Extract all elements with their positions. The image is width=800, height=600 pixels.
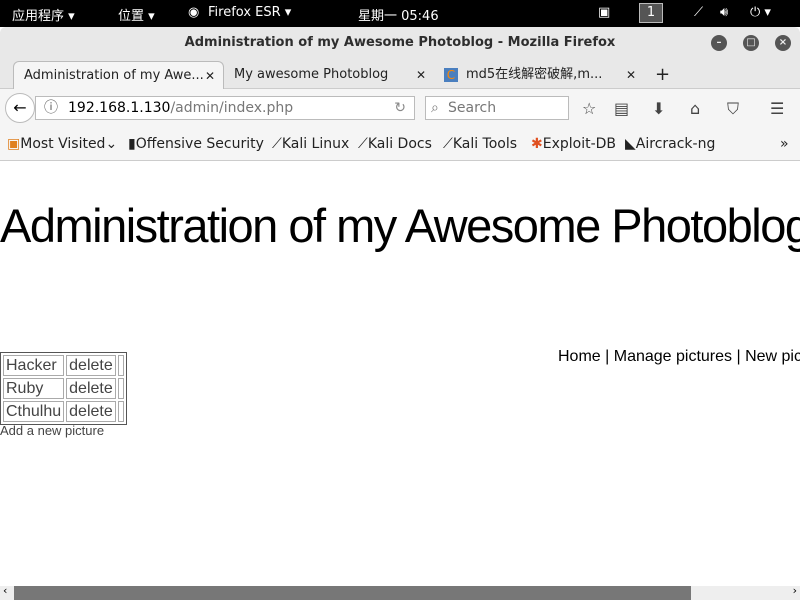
network-icon[interactable]: ⟋ (694, 5, 703, 20)
workspace-indicator[interactable]: 1 (639, 3, 663, 23)
delete-link[interactable]: delete (66, 378, 116, 399)
folder-icon: ▣ (7, 136, 21, 152)
empty-cell (117, 378, 124, 399)
more-bookmarks-icon[interactable]: » (780, 136, 789, 152)
navigation-toolbar: ⓘ 192.168.1.130/admin/index.php ↻ ← ⌕ Sea… (0, 89, 800, 129)
aircrack-icon: ◣ (625, 136, 636, 152)
empty-cell (117, 355, 124, 376)
tab-label: My awesome Photoblog (234, 67, 389, 82)
page-title: Administration of my Awesome Photoblog (0, 199, 800, 252)
bookmark-label: Kali Tools (452, 136, 518, 152)
bookmark-label: Exploit-DB (542, 136, 617, 152)
applications-menu[interactable]: 应用程序 ▾ (12, 5, 75, 24)
search-icon: ⌕ (431, 100, 439, 116)
bookmark-kali-docs[interactable]: ⟋Kali Docs (358, 136, 432, 152)
home-icon[interactable]: ⌂ (690, 99, 700, 118)
search-input[interactable]: ⌕ Search (425, 96, 569, 120)
md5-favicon-icon: C (444, 68, 458, 82)
bookmark-label: Kali Linux (281, 136, 350, 152)
delete-link[interactable]: delete (66, 355, 116, 376)
download-icon[interactable]: ⬇ (652, 99, 665, 118)
kali-icon: ⟋ (272, 136, 282, 152)
menu-manage-pictures-link[interactable]: Manage pictures (614, 348, 732, 365)
reading-list-icon[interactable]: ▤ (614, 99, 629, 118)
bookmark-label: Offensive Security (135, 136, 264, 152)
window-title: Administration of my Awesome Photoblog -… (184, 35, 616, 50)
url-host: 192.168.1.130 (68, 100, 171, 116)
close-button[interactable]: × (775, 35, 791, 51)
add-picture-link[interactable]: Add a new picture (0, 423, 104, 438)
scroll-left-icon[interactable]: ‹ (3, 584, 7, 597)
tab-admin[interactable]: Administration of my Awe... ✕ (13, 61, 224, 89)
back-button[interactable]: ← (5, 93, 35, 123)
maximize-button[interactable]: □ (743, 35, 759, 51)
picture-name: Hacker (3, 355, 65, 376)
page-content: Administration of my Awesome Photoblog H… (0, 162, 800, 586)
bookmarks-toolbar: ▣Most Visited⌄ ▮Offensive Security ⟋Kali… (0, 129, 800, 161)
bookmark-aircrack-ng[interactable]: ◣Aircrack-ng (625, 136, 715, 152)
delete-link[interactable]: delete (66, 401, 116, 422)
tab-label: md5在线解密破解,m... (466, 67, 603, 82)
bookmark-exploit-db[interactable]: ✱Exploit-DB (531, 136, 616, 152)
horizontal-scrollbar[interactable]: ‹ › (0, 584, 800, 600)
table-row: Hacker delete (3, 355, 124, 376)
bookmark-kali-tools[interactable]: ⟋Kali Tools (443, 136, 517, 152)
system-top-bar: 应用程序 ▾ 位置 ▾ ◉ Firefox ESR ▾ 星期一 05:46 ▣ … (0, 0, 800, 27)
tab-label: Administration of my Awe... (24, 68, 204, 83)
bookmark-label: Kali Docs (367, 136, 432, 152)
new-tab-button[interactable]: + (645, 61, 670, 89)
window-titlebar: Administration of my Awesome Photoblog -… (0, 27, 800, 59)
close-tab-icon[interactable]: ✕ (626, 61, 636, 89)
app-menu[interactable]: Firefox ESR ▾ (208, 5, 291, 20)
menu-home-link[interactable]: Home (558, 348, 601, 365)
tab-md5[interactable]: Cmd5在线解密破解,m... ✕ (434, 61, 644, 89)
bookmark-kali-linux[interactable]: ⟋Kali Linux (272, 136, 349, 152)
close-tab-icon[interactable]: ✕ (416, 61, 426, 89)
menu-new-picture-link[interactable]: New picture (745, 348, 800, 365)
bookmark-label: Aircrack-ng (635, 136, 716, 152)
bookmark-label: Most Visited (20, 136, 106, 152)
power-icon[interactable]: ⏻ ▾ (750, 5, 771, 20)
search-placeholder: Search (448, 100, 497, 116)
url-path: /admin/index.php (170, 100, 294, 116)
table-row: Ruby delete (3, 378, 124, 399)
clock[interactable]: 星期一 05:46 (358, 5, 439, 24)
picture-name: Ruby (3, 378, 65, 399)
scroll-right-icon[interactable]: › (793, 584, 797, 597)
bookmark-most-visited[interactable]: ▣Most Visited⌄ (7, 136, 117, 152)
hamburger-menu-icon[interactable]: ☰ (770, 99, 784, 118)
volume-icon[interactable]: 🔊︎ (720, 5, 728, 20)
tab-bar: Administration of my Awe... ✕ My awesome … (0, 59, 800, 89)
info-icon[interactable]: ⓘ (44, 97, 58, 119)
camera-icon[interactable]: ▣ (598, 5, 610, 20)
pocket-icon[interactable]: ⛉ (727, 99, 739, 119)
exploit-db-icon: ✱ (531, 136, 543, 152)
url-bar[interactable]: ⓘ 192.168.1.130/admin/index.php ↻ (35, 96, 415, 120)
minimize-button[interactable]: – (711, 35, 727, 51)
table-row: Cthulhu delete (3, 401, 124, 422)
picture-name: Cthulhu (3, 401, 65, 422)
tab-photoblog[interactable]: My awesome Photoblog ✕ (224, 61, 434, 89)
bookmark-star-icon[interactable]: ☆ (582, 99, 596, 118)
scrollbar-thumb[interactable] (14, 586, 691, 600)
kali-icon: ⟋ (443, 136, 453, 152)
close-tab-icon[interactable]: ✕ (205, 62, 215, 90)
reload-icon[interactable]: ↻ (394, 97, 406, 119)
offsec-icon: ▮ (128, 136, 136, 152)
kali-icon: ⟋ (358, 136, 368, 152)
places-menu[interactable]: 位置 ▾ (118, 5, 155, 24)
bookmark-offensive-security[interactable]: ▮Offensive Security (128, 136, 264, 152)
site-menu: Home | Manage pictures | New picture (558, 348, 800, 366)
firefox-icon: ◉ (188, 5, 200, 20)
empty-cell (117, 401, 124, 422)
pictures-table: Hacker delete Ruby delete Cthulhu delete (0, 352, 127, 425)
